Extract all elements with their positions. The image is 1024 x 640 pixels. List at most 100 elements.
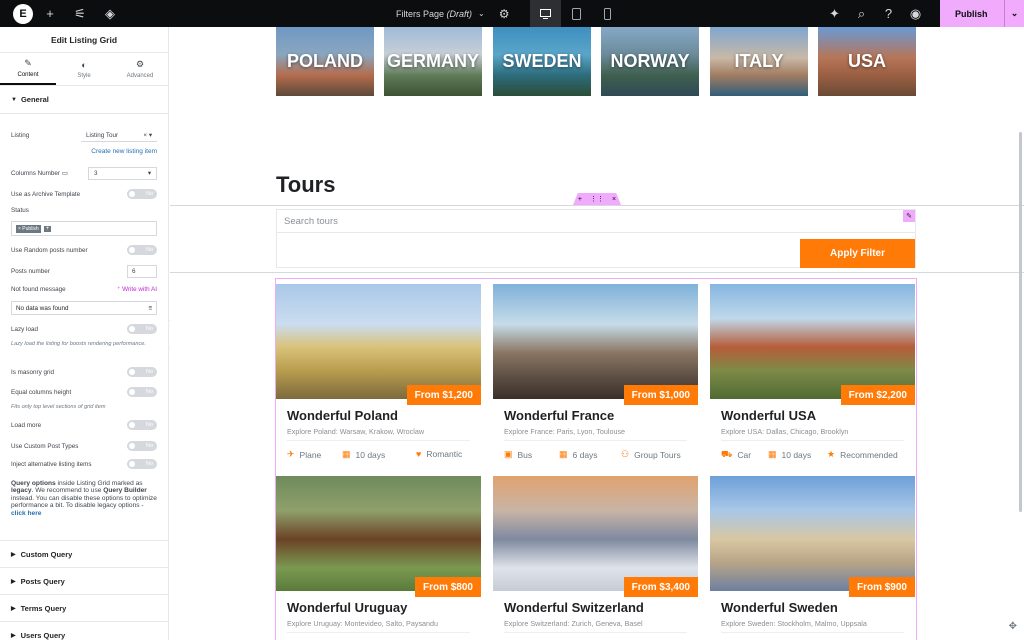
card-divider (721, 632, 904, 633)
transport-meta: ▣ Bus (504, 449, 533, 460)
tag-meta: ⚇ Group Tours (621, 449, 681, 460)
disable-legacy-link[interactable]: click here (11, 510, 41, 517)
tour-title[interactable]: Wonderful Sweden (721, 600, 838, 615)
tours-heading: Tours (276, 172, 336, 197)
equal-height-toggle[interactable]: No (127, 387, 157, 397)
status-tag[interactable]: × Publish (16, 224, 41, 233)
bus-icon: ▣ (504, 449, 513, 459)
listing-select[interactable]: Listing Tour × ▾ (81, 129, 157, 142)
ai-sparkle-icon[interactable]: ✦ (821, 6, 848, 22)
panel-title: Edit Listing Grid (0, 27, 168, 53)
load-more-label: Load more (11, 421, 42, 429)
tour-subtitle: Explore Poland: Warsaw, Krakow, Wroclaw (287, 427, 425, 436)
site-settings-icon[interactable]: ⚟ (67, 6, 93, 22)
caret-down-icon: ▾ (147, 170, 151, 177)
navigator-move-icon[interactable]: ✥ (1009, 621, 1017, 632)
inject-toggle[interactable]: No (127, 459, 157, 469)
country-tile-germany[interactable]: GERMANY (384, 27, 482, 96)
page-status: (Draft) (446, 8, 473, 19)
add-section-icon[interactable]: + (578, 196, 582, 203)
tour-card[interactable]: From $900 Wonderful Sweden Explore Swede… (710, 476, 915, 640)
custom-post-types-toggle[interactable]: No (127, 441, 157, 451)
write-with-ai-link[interactable]: ⁺ Write with AI (117, 286, 157, 293)
publish-options-chevron-icon[interactable]: ⌄ (1004, 0, 1024, 27)
posts-number-input[interactable]: 6 (127, 265, 157, 278)
page-settings-gear-icon[interactable]: ⚙ (499, 7, 510, 21)
tour-title[interactable]: Wonderful Poland (287, 408, 398, 423)
transport-meta: ✈ Plane (287, 449, 322, 460)
tour-title[interactable]: Wonderful Uruguay (287, 600, 407, 615)
topbar-right-tools: ✦ ⌕ ? ◉ (821, 0, 929, 27)
page-title-dropdown[interactable]: Filters Page (Draft) ⌄ ⚙ (396, 0, 510, 27)
panel-tabs: ✎ Content ◐ Style ⚙ Advanced (0, 53, 168, 86)
car-icon: ⛟ (721, 449, 733, 459)
price-badge: From $2,200 (840, 385, 915, 405)
section-handle[interactable]: + ⋮⋮ × (573, 193, 621, 205)
country-tile-norway[interactable]: NORWAY (601, 27, 699, 96)
status-select[interactable]: × Publish + (11, 221, 157, 236)
columns-select[interactable]: 3 ▾ (88, 167, 157, 180)
apply-filter-button[interactable]: Apply Filter (800, 239, 915, 268)
elementor-logo-icon[interactable]: E (13, 3, 33, 24)
price-badge: From $3,400 (623, 577, 698, 597)
structure-layers-icon[interactable]: ◈ (97, 6, 123, 22)
dynamic-tags-icon[interactable]: ≡ (148, 305, 152, 312)
search-icon[interactable]: ⌕ (848, 6, 875, 22)
canvas-scrollbar[interactable] (1019, 132, 1022, 512)
section-posts-query[interactable]: ▶ Posts Query (0, 567, 168, 594)
help-icon[interactable]: ? (875, 6, 902, 21)
section-users-query[interactable]: ▶ Users Query (0, 621, 168, 640)
card-divider (504, 440, 687, 441)
add-element-icon[interactable]: + (37, 6, 63, 21)
caret-down-icon: ▼ (11, 96, 17, 103)
tab-content[interactable]: ✎ Content (0, 53, 56, 85)
not-found-input[interactable]: No data was found ≡ (11, 301, 157, 315)
tour-card[interactable]: From $1,200 Wonderful Poland Explore Pol… (276, 284, 481, 464)
section-terms-query[interactable]: ▶ Terms Query (0, 594, 168, 621)
country-tile-italy[interactable]: ITALY (710, 27, 808, 96)
edit-widget-pencil-icon[interactable]: ✎ (903, 210, 915, 222)
heart-icon: ♥ (416, 449, 422, 459)
tour-card[interactable]: From $2,200 Wonderful USA Explore USA: D… (710, 284, 915, 464)
mobile-device-icon[interactable] (592, 0, 623, 27)
tour-card[interactable]: From $800 Wonderful Uruguay Explore Urug… (276, 476, 481, 640)
tour-card[interactable]: From $1,000 Wonderful France Explore Fra… (493, 284, 698, 464)
search-tours-input[interactable]: Search tours (277, 210, 915, 233)
tour-card[interactable]: From $3,400 Wonderful Switzerland Explor… (493, 476, 698, 640)
section-custom-query[interactable]: ▶ Custom Query (0, 540, 168, 567)
tour-subtitle: Explore Switzerland: Zurich, Geneva, Bas… (504, 619, 643, 628)
tour-title[interactable]: Wonderful France (504, 408, 614, 423)
duration-meta: ▦ 6 days (559, 449, 598, 460)
tab-style[interactable]: ◐ Style (56, 53, 112, 85)
equal-height-label: Equal columns height (11, 388, 72, 396)
publish-button[interactable]: Publish ⌄ (940, 0, 1024, 27)
tablet-device-icon[interactable] (561, 0, 592, 27)
preview-eye-icon[interactable]: ◉ (902, 6, 929, 22)
lazy-load-label: Lazy load (11, 325, 38, 333)
duration-meta: ▦ 10 days (342, 449, 386, 460)
listing-control: Listing Listing Tour × ▾ (11, 129, 157, 142)
filter-form: Search tours Apply Filter (276, 209, 916, 268)
section-general-header[interactable]: ▼ General (0, 86, 168, 114)
country-tile-usa[interactable]: USA (818, 27, 916, 96)
country-tile-poland[interactable]: POLAND (276, 27, 374, 96)
load-more-toggle[interactable]: No (127, 420, 157, 430)
masonry-toggle[interactable]: No (127, 367, 157, 377)
create-new-listing-link[interactable]: Create new listing item (91, 148, 157, 155)
drag-handle-icon[interactable]: ⋮⋮ (590, 195, 604, 203)
status-label-row: Status (11, 207, 157, 214)
desktop-device-icon[interactable] (530, 0, 561, 27)
caret-right-icon: ▶ (11, 605, 16, 612)
tour-title[interactable]: Wonderful Switzerland (504, 600, 644, 615)
tour-title[interactable]: Wonderful USA (721, 408, 816, 423)
add-status-icon[interactable]: + (43, 225, 52, 232)
country-tile-sweden[interactable]: SWEDEN (493, 27, 591, 96)
archive-toggle[interactable]: No (127, 189, 157, 199)
lazy-load-toggle[interactable]: No (127, 324, 157, 334)
tour-subtitle: Explore France: Paris, Lyon, Toulouse (504, 427, 626, 436)
inject-label: Inject alternative listing items (11, 460, 92, 468)
not-found-value: No data was found (16, 304, 69, 312)
tab-advanced[interactable]: ⚙ Advanced (112, 53, 168, 85)
random-posts-toggle[interactable]: No (127, 245, 157, 255)
delete-section-icon[interactable]: × (612, 196, 616, 203)
